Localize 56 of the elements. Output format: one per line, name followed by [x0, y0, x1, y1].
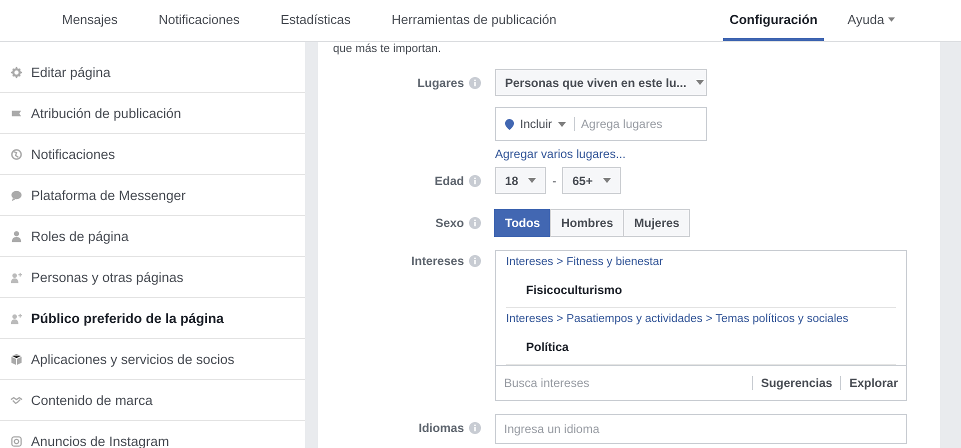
location-field[interactable]: Incluir Agrega lugares	[495, 107, 707, 141]
gender-option[interactable]: Hombres	[550, 209, 624, 237]
sidebar-item[interactable]: Editar página	[0, 52, 305, 93]
caret-icon	[696, 80, 704, 85]
sidebar-item[interactable]: Anuncios de Instagram	[0, 421, 305, 448]
field-label: Edad	[434, 174, 464, 188]
nav-tab[interactable]: Estadísticas	[280, 0, 351, 41]
age-dropdown[interactable]: 18	[495, 167, 546, 194]
camera-icon	[10, 434, 23, 448]
suggestions-button[interactable]: Sugerencias	[752, 376, 840, 390]
interest-path: Intereses > Fitness y bienestar	[506, 255, 664, 270]
sidebar-item[interactable]: Personas y otras páginas	[0, 257, 305, 298]
explore-button[interactable]: Explorar	[840, 376, 898, 390]
add-locations-link[interactable]: Agregar varios lugares...	[495, 147, 707, 161]
info-icon[interactable]	[469, 76, 481, 88]
interest-name: Fisicoculturismo	[525, 282, 624, 299]
interest-path: Intereses > Pasatiempos y actividades > Temas políticos y sociales	[506, 312, 850, 327]
sidebar-item[interactable]: Notificaciones	[0, 134, 305, 175]
field-label: Lugares	[417, 76, 464, 90]
nav-tab[interactable]: Herramientas de publicación	[392, 0, 556, 41]
language-field[interactable]: Ingresa un idioma	[495, 414, 907, 444]
field-label: Sexo	[435, 216, 464, 230]
nav-tab[interactable]: Mensajes	[62, 0, 118, 41]
caret-icon	[558, 122, 566, 126]
include-dropdown[interactable]: Incluir	[505, 117, 576, 131]
field-label: Intereses	[411, 254, 464, 268]
caret-icon	[602, 178, 611, 183]
age-separator: -	[552, 174, 556, 188]
chat-icon	[10, 188, 23, 202]
gear-icon	[10, 66, 23, 78]
person-plus-icon	[10, 270, 23, 284]
info-icon[interactable]	[469, 216, 481, 228]
interest-name: Política	[525, 339, 570, 356]
person-icon	[10, 230, 23, 242]
nav-tab[interactable]: Ayuda	[848, 0, 896, 41]
info-icon[interactable]	[469, 422, 481, 434]
sidebar-item[interactable]: Atribución de publicación	[0, 93, 305, 134]
intro-text: que más te importan.	[333, 43, 442, 56]
person-plus-icon	[10, 312, 23, 324]
info-icon[interactable]	[469, 174, 481, 186]
caret-icon	[888, 16, 896, 22]
info-icon[interactable]	[469, 255, 481, 267]
nav-tab[interactable]: Notificaciones	[158, 0, 240, 41]
sidebar-item[interactable]: Contenido de marca	[0, 380, 305, 421]
gender-option[interactable]: Todos	[494, 209, 552, 237]
gender-option[interactable]: Mujeres	[623, 209, 690, 237]
field-label: Idiomas	[418, 420, 464, 434]
caret-icon	[528, 178, 536, 183]
location-type-dropdown[interactable]: Personas que viven en este lu...	[495, 69, 707, 96]
box-icon	[10, 352, 23, 366]
sidebar-item[interactable]: Público preferido de la página	[0, 298, 305, 339]
pin-icon	[505, 118, 514, 130]
sidebar-item[interactable]: Roles de página	[0, 216, 305, 257]
sidebar-item[interactable]: Plataforma de Messenger	[0, 175, 305, 216]
sidebar-item[interactable]: Aplicaciones y servicios de socios	[0, 339, 305, 380]
age-dropdown[interactable]: 65+	[562, 167, 621, 194]
